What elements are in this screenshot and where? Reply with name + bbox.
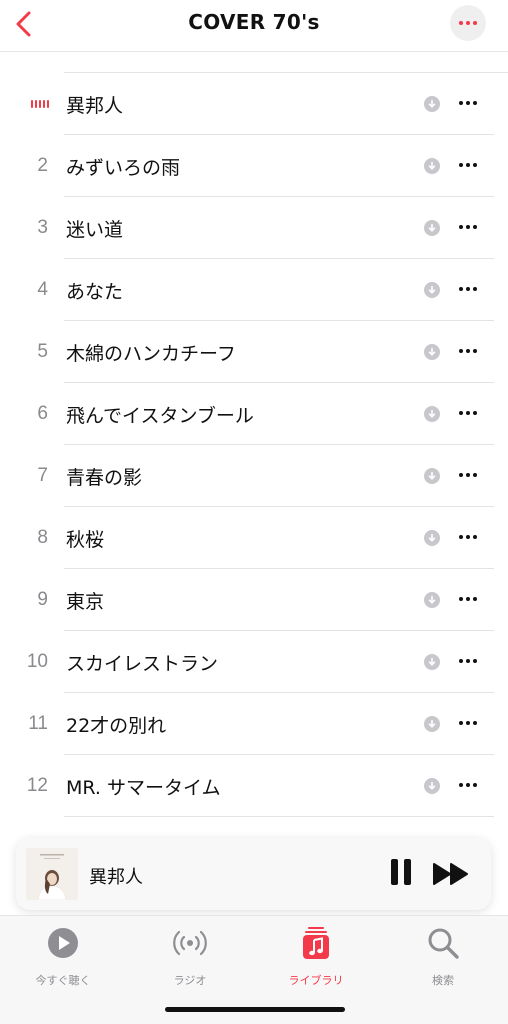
track-number: 10 [26, 651, 48, 672]
track-number: 5 [37, 341, 48, 362]
downloaded-icon [424, 654, 440, 670]
track-title: MR. サマータイム [66, 777, 221, 799]
nav-header: COVER 70's [0, 0, 508, 52]
radio-icon [173, 930, 207, 956]
track-number: 11 [28, 713, 48, 734]
mini-player[interactable]: 異邦人 [16, 838, 491, 910]
track-row[interactable]: 2 みずいろの雨 [0, 135, 508, 197]
tab-radio[interactable]: ラジオ [140, 926, 240, 996]
track-row[interactable]: 8 秋桜 [0, 507, 508, 569]
track-title: 迷い道 [66, 219, 124, 241]
play-circle-icon [48, 928, 78, 958]
track-more-button[interactable] [456, 651, 480, 671]
track-row[interactable]: 10 スカイレストラン [0, 631, 508, 693]
track-row[interactable]: 5 木綿のハンカチーフ [0, 321, 508, 383]
track-number: 3 [37, 217, 48, 238]
fast-forward-icon [433, 863, 468, 885]
tab-search[interactable]: 検索 [393, 926, 493, 996]
track-row[interactable]: 異邦人 [0, 73, 508, 135]
track-title: 木綿のハンカチーフ [66, 343, 236, 365]
fast-forward-button[interactable] [430, 859, 474, 889]
home-indicator [165, 1007, 345, 1012]
track-number: 9 [37, 589, 48, 610]
track-title: 青春の影 [66, 467, 143, 489]
ellipsis-icon [459, 21, 477, 25]
track-number: 2 [37, 155, 48, 176]
album-artwork [26, 848, 78, 900]
tab-library[interactable]: ライブラリ [266, 926, 366, 996]
more-options-button[interactable] [450, 5, 486, 41]
track-row[interactable]: 9 東京 [0, 569, 508, 631]
downloaded-icon [424, 716, 440, 732]
downloaded-icon [424, 406, 440, 422]
tab-label: ライブラリ [288, 974, 344, 987]
chevron-left-icon [16, 11, 31, 37]
downloaded-icon [424, 592, 440, 608]
track-title: 飛んでイスタンブール [66, 405, 254, 427]
track-title: みずいろの雨 [66, 157, 181, 179]
track-title: 22才の別れ [66, 715, 167, 737]
track-row[interactable]: 11 22才の別れ [0, 693, 508, 755]
downloaded-icon [424, 158, 440, 174]
row-divider [64, 816, 494, 817]
back-button[interactable] [6, 6, 42, 42]
downloaded-icon [424, 530, 440, 546]
tab-label: ラジオ [173, 974, 207, 987]
track-more-button[interactable] [456, 279, 480, 299]
track-number: 8 [37, 527, 48, 548]
downloaded-icon [424, 220, 440, 236]
track-row[interactable]: 4 あなた [0, 259, 508, 321]
track-row[interactable]: 3 迷い道 [0, 197, 508, 259]
track-more-button[interactable] [456, 403, 480, 423]
tab-bar: 今すぐ聴く ラジオ ライブラリ 検索 [0, 915, 508, 1024]
track-more-button[interactable] [456, 465, 480, 485]
track-title: 秋桜 [66, 529, 105, 551]
now-playing-title: 異邦人 [89, 867, 143, 888]
track-title: 異邦人 [66, 95, 124, 117]
track-more-button[interactable] [456, 341, 480, 361]
downloaded-icon [424, 282, 440, 298]
track-more-button[interactable] [456, 93, 480, 113]
library-music-icon [303, 927, 329, 959]
track-more-button[interactable] [456, 155, 480, 175]
track-row[interactable]: 7 青春の影 [0, 445, 508, 507]
track-more-button[interactable] [456, 713, 480, 733]
pause-button[interactable] [386, 859, 416, 889]
track-more-button[interactable] [456, 217, 480, 237]
search-icon [428, 928, 459, 959]
track-number: 12 [26, 775, 48, 796]
tab-listen-now[interactable]: 今すぐ聴く [13, 926, 113, 996]
track-number: 6 [37, 403, 48, 424]
track-title: 東京 [66, 591, 105, 613]
track-row[interactable]: 12 MR. サマータイム [0, 755, 508, 817]
downloaded-icon [424, 344, 440, 360]
track-row[interactable]: 6 飛んでイスタンブール [0, 383, 508, 445]
now-playing-icon [31, 100, 49, 108]
track-more-button[interactable] [456, 589, 480, 609]
track-title: あなた [66, 281, 124, 303]
downloaded-icon [424, 96, 440, 112]
track-more-button[interactable] [456, 527, 480, 547]
track-number: 4 [37, 279, 48, 300]
track-title: スカイレストラン [66, 653, 219, 675]
track-number: 7 [37, 465, 48, 486]
track-more-button[interactable] [456, 775, 480, 795]
page-title: COVER 70's [188, 10, 320, 34]
tab-label: 今すぐ聴く [35, 974, 91, 987]
pause-icon [391, 859, 398, 885]
downloaded-icon [424, 468, 440, 484]
downloaded-icon [424, 778, 440, 794]
tab-label: 検索 [432, 974, 454, 987]
